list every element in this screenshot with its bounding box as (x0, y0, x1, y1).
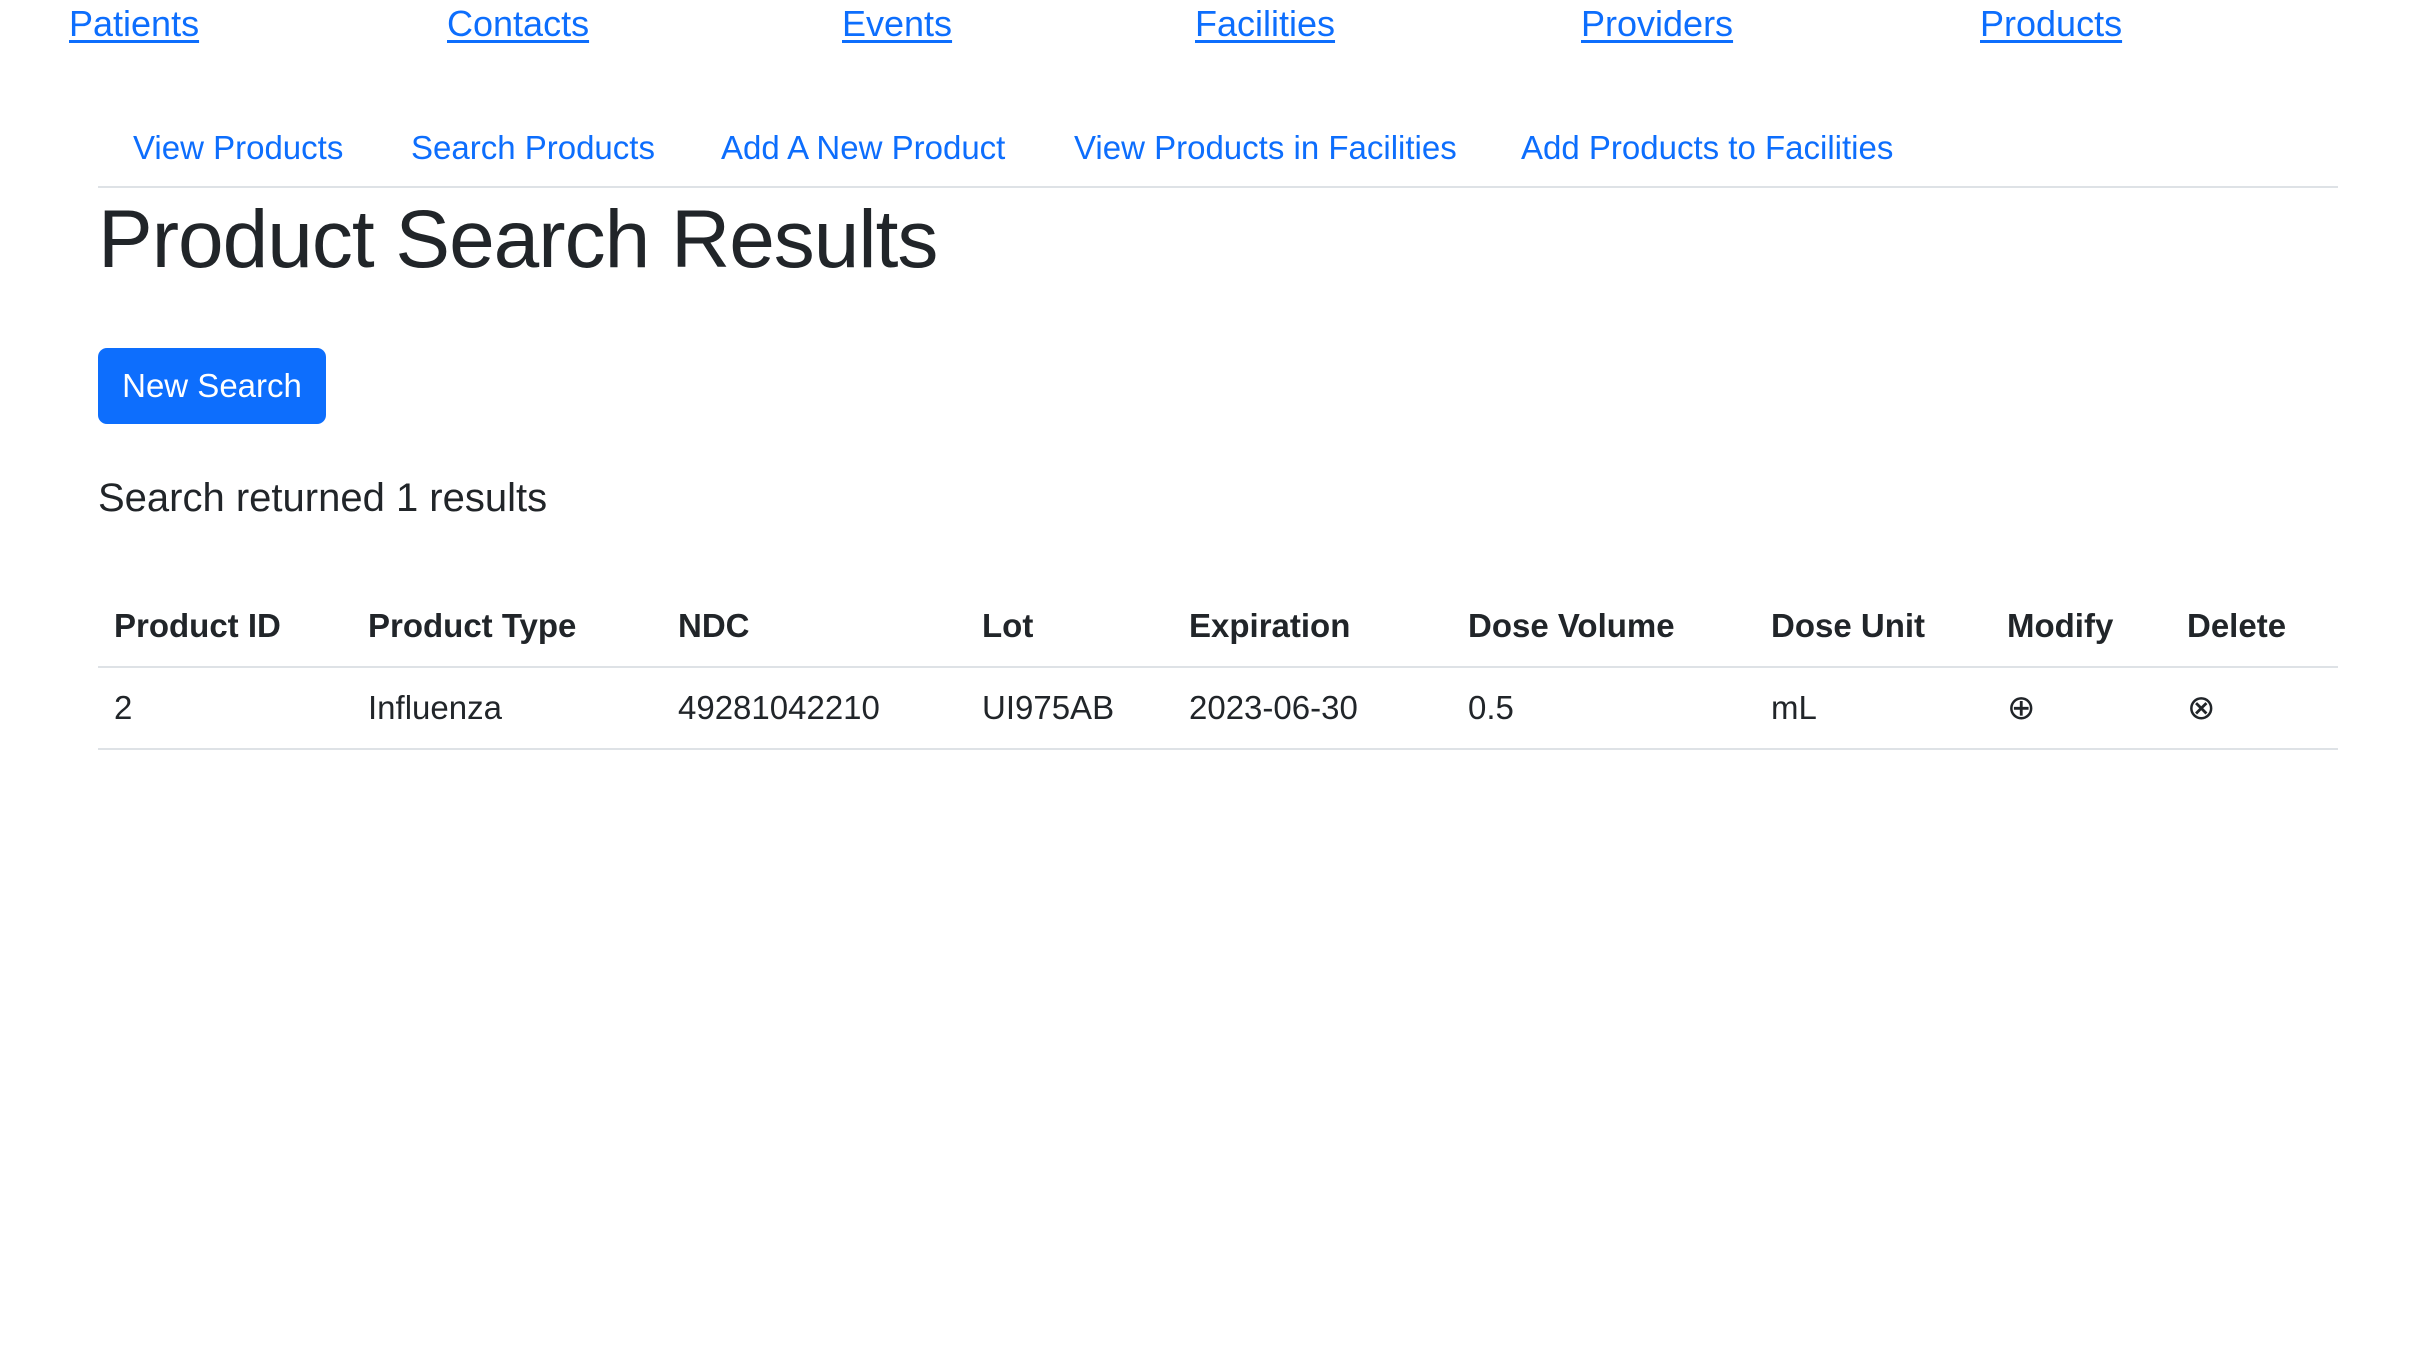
nav-link-providers[interactable]: Providers (1581, 0, 1733, 48)
cell-modify: ⊕ (1991, 667, 2171, 750)
table-row: 2 Influenza 49281042210 UI975AB 2023-06-… (98, 667, 2338, 750)
column-header-ndc: NDC (662, 586, 966, 668)
cell-delete: ⊗ (2171, 667, 2338, 750)
circled-plus-icon[interactable]: ⊕ (2007, 691, 2036, 725)
tab-add-new-product[interactable]: Add A New Product (721, 126, 1005, 170)
nav-link-facilities[interactable]: Facilities (1195, 0, 1335, 48)
column-header-product-type: Product Type (352, 586, 662, 668)
cell-dose-unit: mL (1755, 667, 1991, 750)
column-header-expiration: Expiration (1173, 586, 1452, 668)
column-header-product-id: Product ID (98, 586, 352, 668)
products-sub-navigation: View Products Search Products Add A New … (98, 120, 2338, 188)
circled-x-icon[interactable]: ⊗ (2187, 691, 2216, 725)
column-header-delete: Delete (2171, 586, 2338, 668)
cell-lot: UI975AB (966, 667, 1173, 750)
column-header-lot: Lot (966, 586, 1173, 668)
tab-search-products[interactable]: Search Products (411, 126, 655, 170)
nav-link-products[interactable]: Products (1980, 0, 2122, 48)
cell-product-id: 2 (98, 667, 352, 750)
table-header-row: Product ID Product Type NDC Lot Expirati… (98, 586, 2338, 668)
results-count-text: Search returned 1 results (98, 476, 548, 520)
tab-add-products-to-facilities[interactable]: Add Products to Facilities (1521, 126, 1893, 170)
column-header-dose-volume: Dose Volume (1452, 586, 1755, 668)
cell-product-type: Influenza (352, 667, 662, 750)
product-results-table: Product ID Product Type NDC Lot Expirati… (98, 586, 2338, 750)
column-header-dose-unit: Dose Unit (1755, 586, 1991, 668)
tab-view-products[interactable]: View Products (133, 126, 343, 170)
cell-expiration: 2023-06-30 (1173, 667, 1452, 750)
page-title: Product Search Results (98, 194, 938, 285)
nav-link-contacts[interactable]: Contacts (447, 0, 589, 48)
tab-view-products-in-facilities[interactable]: View Products in Facilities (1074, 126, 1457, 170)
cell-ndc: 49281042210 (662, 667, 966, 750)
cell-dose-volume: 0.5 (1452, 667, 1755, 750)
nav-link-events[interactable]: Events (842, 0, 952, 48)
nav-link-patients[interactable]: Patients (69, 0, 199, 48)
new-search-button[interactable]: New Search (98, 348, 326, 424)
column-header-modify: Modify (1991, 586, 2171, 668)
